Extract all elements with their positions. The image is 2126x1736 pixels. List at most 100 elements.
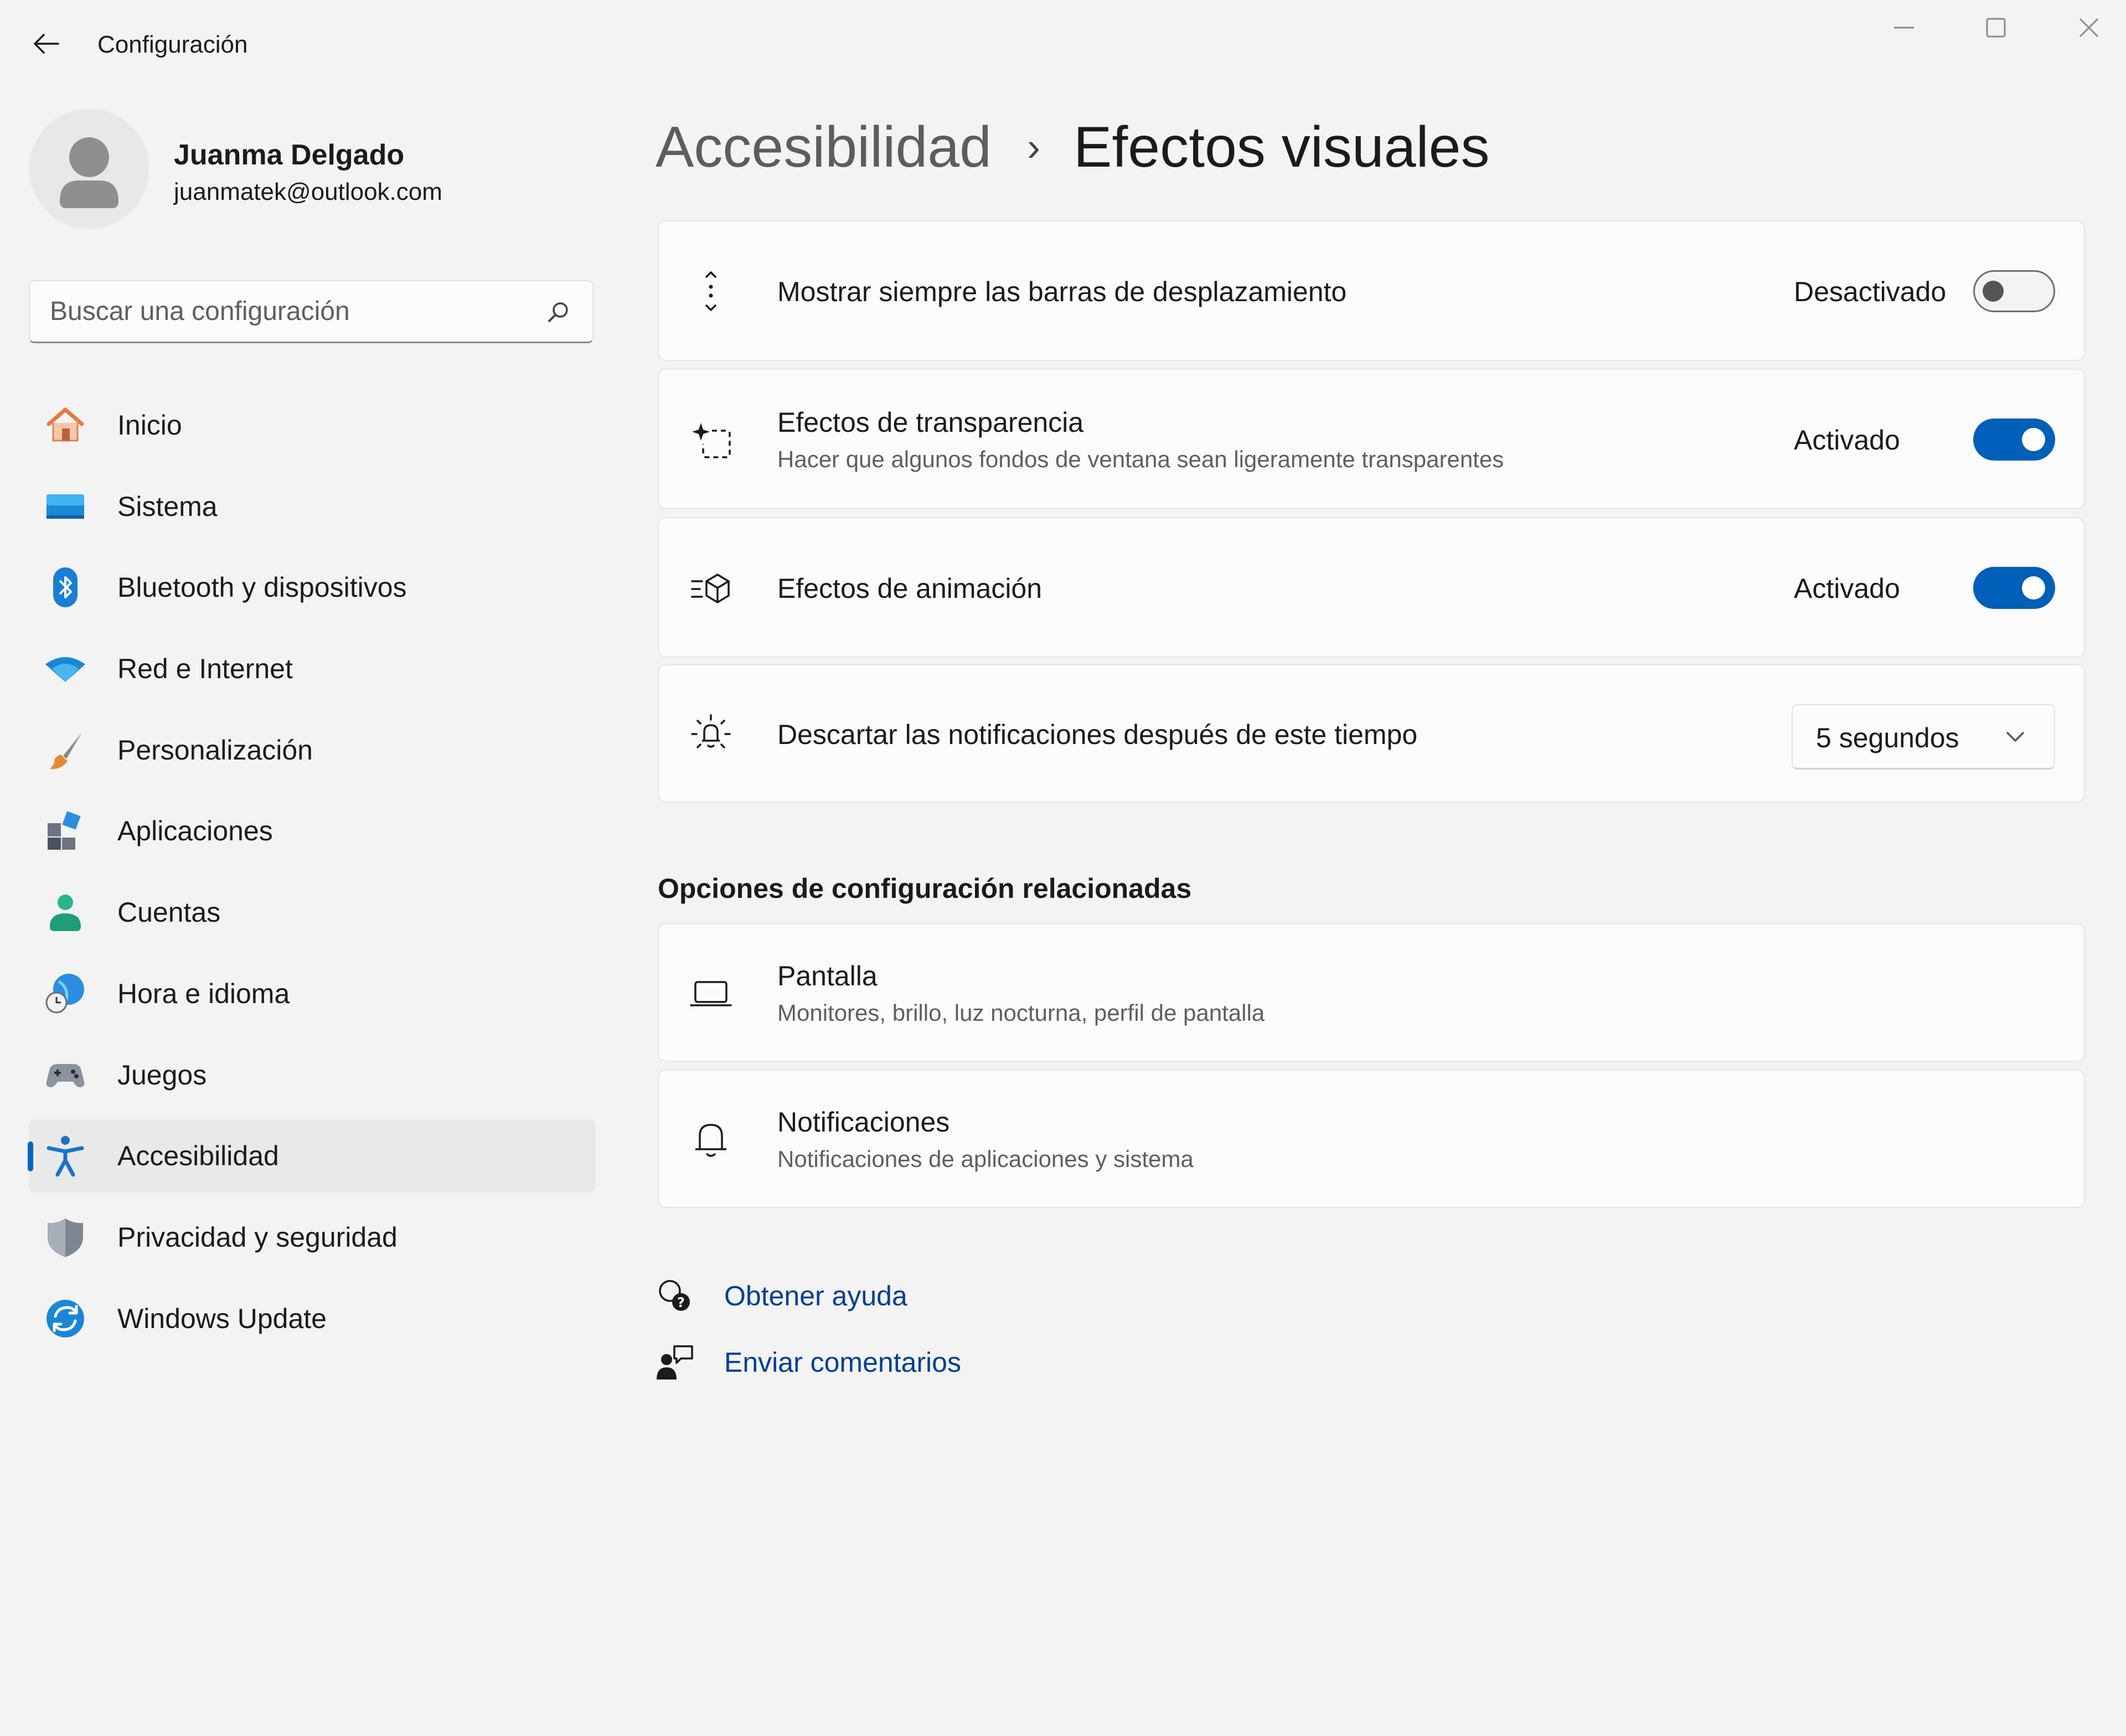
system-icon (47, 494, 84, 519)
breadcrumb-parent[interactable]: Accesibilidad (656, 115, 992, 180)
sidebar-nav: Inicio Sistema Bluetooth y dispositivos … (28, 389, 596, 1363)
sidebar-item-sistema[interactable]: Sistema (29, 470, 596, 543)
sidebar-item-label: Personalización (117, 734, 313, 766)
setting-scrollbars: Mostrar siempre las barras de desplazami… (658, 220, 2085, 361)
title-bar: Configuración (0, 0, 2126, 89)
sidebar-item-cuentas[interactable]: Cuentas (29, 876, 596, 949)
related-subtitle: Notificaciones de aplicaciones y sistema (777, 1146, 1194, 1172)
related-title: Pantalla (777, 960, 878, 991)
breadcrumb: Accesibilidad › Efectos visuales (656, 108, 1489, 186)
sidebar-item-label: Accesibilidad (117, 1140, 279, 1172)
toggle-state-label: Desactivado (1794, 276, 1947, 307)
search-icon[interactable] (546, 300, 570, 324)
brush-icon (50, 732, 82, 769)
toggle-knob (2022, 576, 2045, 600)
back-arrow-icon (34, 34, 59, 54)
dropdown-value: 5 segundos (1816, 722, 1959, 753)
sidebar-item-inicio[interactable]: Inicio (29, 389, 596, 462)
related-item-notificaciones[interactable]: Notificaciones Notificaciones de aplicac… (658, 1070, 2085, 1208)
sidebar-item-label: Windows Update (117, 1303, 327, 1334)
sidebar-item-label: Inicio (117, 410, 182, 441)
sidebar-item-label: Hora e idioma (117, 978, 290, 1009)
maximize-button[interactable] (1971, 11, 2021, 44)
maximize-icon (1986, 18, 2006, 38)
animation-icon (691, 574, 730, 603)
scrollbar-icon (705, 271, 716, 311)
setting-notification-timeout: Descartar las notificaciones después de … (658, 664, 2085, 803)
gamepad-icon (46, 1063, 85, 1087)
related-title: Notificaciones (777, 1107, 950, 1138)
home-icon (47, 407, 84, 442)
feedback-link[interactable]: Enviar comentarios (724, 1346, 961, 1378)
transparency-toggle[interactable] (1973, 418, 2055, 461)
time-language-icon (45, 973, 84, 1014)
toggle-knob (2022, 428, 2045, 451)
bell-icon (695, 1124, 726, 1157)
help-icon: ? (659, 1280, 690, 1311)
app-title: Configuración (97, 31, 248, 58)
get-help-link[interactable]: Obtener ayuda (724, 1280, 907, 1312)
feedback-row: Enviar comentarios (656, 1343, 961, 1382)
close-button[interactable] (2064, 11, 2114, 44)
sidebar-item-privacidad[interactable]: Privacidad y seguridad (29, 1201, 596, 1274)
sidebar-item-label: Juegos (117, 1059, 207, 1091)
sidebar-item-bluetooth[interactable]: Bluetooth y dispositivos (29, 551, 596, 624)
minimize-button[interactable] (1879, 11, 1929, 44)
svg-text:?: ? (677, 1295, 685, 1310)
setting-title: Efectos de transparencia (777, 407, 1084, 438)
toggle-state-label: Activado (1794, 573, 1900, 604)
page-title: Efectos visuales (1073, 115, 1490, 179)
search-box[interactable] (29, 280, 594, 343)
account-icon (50, 895, 81, 932)
user-silhouette-icon (60, 137, 118, 208)
sidebar-item-red[interactable]: Red e Internet (29, 632, 596, 705)
chevron-down-icon (2006, 732, 2024, 742)
sidebar-item-personalizacion[interactable]: Personalización (29, 714, 596, 787)
related-heading: Opciones de configuración relacionadas (658, 873, 1192, 904)
close-icon (2079, 18, 2099, 38)
related-item-pantalla[interactable]: Pantalla Monitores, brillo, luz nocturna… (658, 923, 2085, 1062)
sidebar-item-aplicaciones[interactable]: Aplicaciones (29, 794, 596, 867)
profile-name: Juanma Delgado (174, 139, 405, 171)
sidebar-item-accesibilidad[interactable]: Accesibilidad (28, 1119, 596, 1193)
setting-subtitle: Hacer que algunos fondos de ventana sean… (777, 446, 1504, 472)
shield-icon (48, 1218, 83, 1257)
related-subtitle: Monitores, brillo, luz nocturna, perfil … (777, 1000, 1265, 1026)
search-input[interactable] (50, 294, 537, 328)
setting-title: Mostrar siempre las barras de desplazami… (777, 276, 1347, 307)
setting-transparency: Efectos de transparencia Hacer que algun… (658, 369, 2085, 509)
sidebar-item-label: Privacidad y seguridad (117, 1221, 398, 1253)
get-help-row: ? Obtener ayuda (656, 1277, 907, 1315)
selected-indicator (28, 1141, 33, 1172)
transparency-icon (692, 423, 731, 458)
windows-update-icon (47, 1299, 84, 1337)
bluetooth-icon (53, 567, 78, 608)
wifi-icon (45, 657, 85, 683)
toggle-state-label: Activado (1794, 425, 1900, 456)
profile-email: juanmatek@outlook.com (174, 178, 442, 205)
feedback-icon (657, 1345, 693, 1380)
animation-toggle[interactable] (1973, 567, 2055, 609)
sidebar-item-windows-update[interactable]: Windows Update (29, 1282, 596, 1355)
accessibility-icon (47, 1136, 84, 1177)
sidebar-item-hora[interactable]: Hora e idioma (29, 957, 596, 1030)
setting-title: Descartar las notificaciones después de … (777, 719, 1418, 750)
setting-title: Efectos de animación (777, 573, 1043, 604)
sidebar-item-label: Bluetooth y dispositivos (117, 572, 407, 603)
toggle-knob (1983, 281, 2004, 302)
avatar[interactable] (29, 108, 149, 229)
display-icon (690, 981, 732, 1006)
sidebar-item-label: Red e Internet (117, 653, 293, 685)
sidebar-item-label: Sistema (117, 490, 218, 522)
back-button[interactable] (27, 24, 65, 63)
setting-animation: Efectos de animación Activado (658, 517, 2085, 658)
sidebar-item-label: Cuentas (117, 897, 221, 928)
sidebar-item-label: Aplicaciones (117, 815, 273, 847)
scrollbars-toggle[interactable] (1973, 270, 2055, 312)
notification-timer-icon (691, 714, 731, 748)
sidebar-item-juegos[interactable]: Juegos (29, 1038, 596, 1112)
timeout-dropdown[interactable]: 5 segundos (1792, 704, 2055, 769)
apps-icon (48, 811, 81, 850)
breadcrumb-separator: › (1027, 125, 1040, 169)
minimize-icon (1894, 27, 1914, 29)
